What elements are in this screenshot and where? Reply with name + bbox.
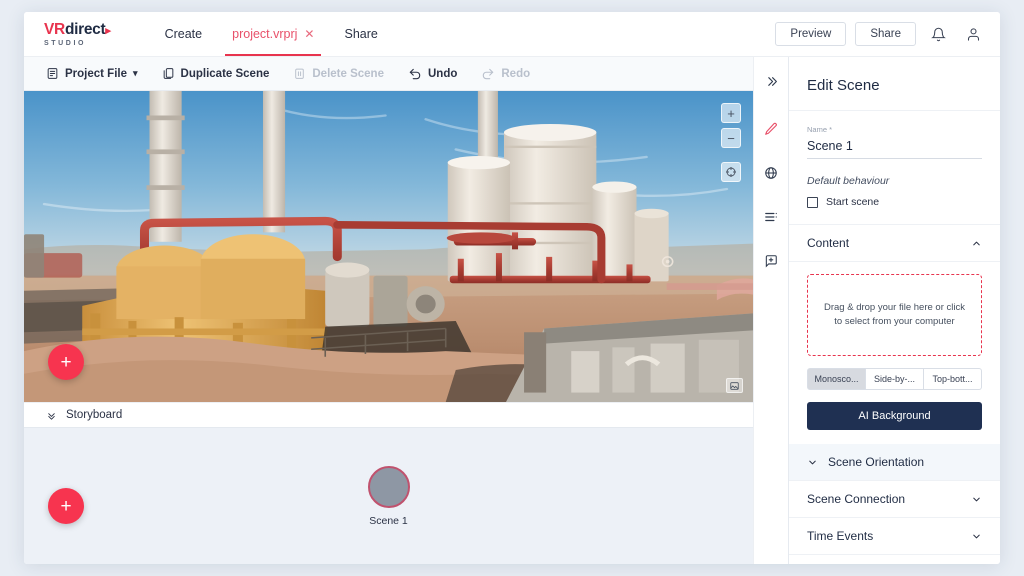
nav-item-share[interactable]: Share <box>328 12 393 56</box>
storyboard-title: Storyboard <box>66 409 123 421</box>
undo-label: Undo <box>427 67 458 80</box>
logo-vr-text: VR <box>44 20 65 38</box>
double-chevron-right-icon[interactable] <box>757 67 785 95</box>
account-icon[interactable] <box>960 21 986 47</box>
content-section-title: Content <box>807 236 850 250</box>
duplicate-icon <box>163 68 173 79</box>
logo-direct-text: direct <box>64 20 106 38</box>
redo-label: Redo <box>501 67 531 80</box>
share-button[interactable]: Share <box>855 22 916 46</box>
preview-button[interactable]: Preview <box>775 22 847 46</box>
duplicate-scene-label: Duplicate Scene <box>180 67 270 80</box>
nav-item-create[interactable]: Create <box>149 12 219 56</box>
accordion-time-events[interactable]: Time Events <box>789 518 1000 555</box>
scene-thumbnail[interactable] <box>367 465 410 508</box>
globe-icon[interactable] <box>757 159 785 187</box>
chevron-up-icon <box>971 238 982 249</box>
zoom-out-button[interactable]: − <box>721 128 741 148</box>
segment-side-by-side[interactable]: Side-by-... <box>866 368 924 390</box>
editor-toolbar: Project File ▾ Duplicate Scene Delete Sc… <box>24 57 753 91</box>
stereo-mode-segmented-control: Monosco... Side-by-... Top-bott... <box>807 368 982 390</box>
duplicate-scene-button[interactable]: Duplicate Scene <box>152 63 280 84</box>
scene-panorama-image <box>24 91 753 402</box>
chevron-down-icon <box>971 494 982 505</box>
add-note-icon[interactable] <box>757 247 785 275</box>
ai-background-button[interactable]: AI Background <box>807 402 982 430</box>
logo-arrow-icon: ▸ <box>105 24 111 37</box>
file-dropzone[interactable]: Drag & drop your file here or click to s… <box>807 274 982 356</box>
chevron-down-icon: ▾ <box>133 68 138 78</box>
accordion-time-events-label: Time Events <box>807 529 874 543</box>
chevron-down-icon <box>971 531 982 542</box>
tool-rail <box>753 57 788 564</box>
viewport-zoom-controls: + − <box>721 103 741 182</box>
zoom-in-button[interactable]: + <box>721 103 741 123</box>
segment-top-bottom[interactable]: Top-bott... <box>924 368 982 390</box>
scene-properties-section: Name * Default behaviour Start scene <box>789 111 1000 225</box>
add-scene-button[interactable]: + <box>48 488 84 524</box>
logo-subtitle: STUDIO <box>44 39 87 47</box>
main-nav: Create project.vrprj ✕ Share <box>149 12 394 56</box>
vrdirect-logo[interactable]: VRdirect▸ STUDIO <box>44 20 111 47</box>
scene-viewport[interactable]: + − + <box>24 91 753 402</box>
double-chevron-down-icon <box>46 410 57 421</box>
start-scene-label: Start scene <box>826 196 880 208</box>
recenter-icon[interactable] <box>721 162 741 182</box>
accordion-scene-orientation-label: Scene Orientation <box>828 455 925 469</box>
scene-name-input[interactable] <box>807 137 982 159</box>
storyboard-scene-item[interactable]: Scene 1 <box>367 465 410 527</box>
project-tab-label: project.vrprj <box>232 27 298 41</box>
delete-scene-label: Delete Scene <box>312 67 384 80</box>
logo-wordmark: VRdirect▸ <box>44 20 111 38</box>
start-scene-checkbox-row[interactable]: Start scene <box>807 196 982 208</box>
storyboard-header[interactable]: Storyboard <box>24 402 753 428</box>
app-header: VRdirect▸ STUDIO Create project.vrprj ✕ … <box>24 12 1000 57</box>
pencil-icon[interactable] <box>757 115 785 143</box>
document-icon <box>47 68 58 79</box>
delete-scene-button: Delete Scene <box>283 63 394 84</box>
redo-icon <box>483 68 494 79</box>
list-icon[interactable] <box>757 203 785 231</box>
undo-icon <box>409 68 421 79</box>
close-icon[interactable]: ✕ <box>304 27 314 41</box>
default-behaviour-label: Default behaviour <box>807 175 890 187</box>
segment-monoscopic[interactable]: Monosco... <box>807 368 866 390</box>
app-body: Project File ▾ Duplicate Scene Delete Sc… <box>24 57 1000 564</box>
dropzone-text: Drag & drop your file here or click to s… <box>824 301 965 329</box>
storyboard-panel: + Scene 1 <box>24 428 753 564</box>
name-field-label: Name * <box>807 125 833 134</box>
accordion-scene-connection[interactable]: Scene Connection <box>789 481 1000 518</box>
image-icon[interactable] <box>726 378 743 393</box>
panel-title: Edit Scene <box>789 57 1000 111</box>
content-section-body: Drag & drop your file here or click to s… <box>789 262 1000 444</box>
undo-button[interactable]: Undo <box>398 63 467 85</box>
header-actions: Preview Share <box>775 21 986 47</box>
chevron-down-icon <box>807 457 818 468</box>
app-window: VRdirect▸ STUDIO Create project.vrprj ✕ … <box>24 12 1000 564</box>
dropzone-line-2: to select from your computer <box>834 316 955 327</box>
project-file-menu[interactable]: Project File ▾ <box>36 63 148 84</box>
project-file-label: Project File <box>65 67 127 80</box>
editor-column: Project File ▾ Duplicate Scene Delete Sc… <box>24 57 753 564</box>
start-scene-checkbox[interactable] <box>807 196 818 208</box>
project-tab[interactable]: project.vrprj ✕ <box>218 12 328 56</box>
scene-label: Scene 1 <box>369 514 408 527</box>
redo-button: Redo <box>471 63 540 85</box>
add-hotspot-button[interactable]: + <box>48 344 84 380</box>
edit-scene-panel: Edit Scene Name * Default behaviour Star… <box>788 57 1000 564</box>
accordion-scene-connection-label: Scene Connection <box>807 492 906 506</box>
accordion-scene-orientation[interactable]: Scene Orientation <box>789 444 1000 481</box>
content-section-header[interactable]: Content <box>789 225 1000 262</box>
dropzone-line-1: Drag & drop your file here or click <box>824 302 965 314</box>
trash-icon <box>295 68 305 79</box>
bell-icon[interactable] <box>925 21 951 47</box>
